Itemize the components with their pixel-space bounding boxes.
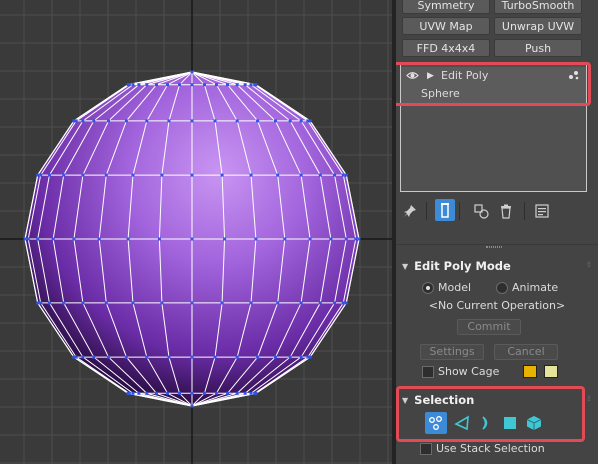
current-operation-label: <No Current Operation> bbox=[428, 299, 566, 312]
radio-button-icon bbox=[496, 281, 508, 294]
unwrap-uvw-button[interactable]: Unwrap UVW bbox=[494, 17, 582, 35]
make-unique-icon[interactable] bbox=[472, 200, 492, 222]
viewport-canvas[interactable] bbox=[0, 0, 392, 464]
animate-label: Animate bbox=[512, 281, 559, 294]
edge-icon[interactable] bbox=[451, 412, 473, 434]
cancel-button[interactable]: Cancel bbox=[494, 344, 558, 360]
stack-item-edit-poly[interactable]: ▶ Edit Poly bbox=[401, 67, 586, 85]
animate-radio[interactable]: Animate bbox=[496, 281, 558, 294]
remove-modifier-icon[interactable] bbox=[496, 200, 516, 222]
selection-rollout-header[interactable]: ▼ Selection bbox=[402, 392, 474, 408]
use-stack-selection-checkbox[interactable] bbox=[420, 443, 432, 455]
rollout-title: Edit Poly Mode bbox=[414, 259, 511, 273]
vertex-icon[interactable] bbox=[425, 412, 447, 434]
settings-button[interactable]: Settings bbox=[420, 344, 484, 360]
sphere-object[interactable] bbox=[23, 70, 361, 408]
stack-item-sphere[interactable]: Sphere bbox=[401, 85, 586, 103]
element-icon[interactable] bbox=[523, 412, 545, 434]
edit-poly-mode-rollout-header[interactable]: ▼ Edit Poly Mode bbox=[402, 258, 511, 274]
use-stack-selection-label: Use Stack Selection bbox=[436, 442, 545, 455]
perspective-viewport[interactable] bbox=[0, 0, 392, 464]
pin-icon[interactable] bbox=[400, 200, 420, 222]
turbosmooth-button[interactable]: TurboSmooth bbox=[494, 0, 582, 14]
toolbar-divider bbox=[459, 202, 460, 220]
expand-triangle-icon[interactable]: ▶ bbox=[427, 67, 434, 85]
command-panel: Symmetry TurboSmooth UVW Map Unwrap UVW … bbox=[396, 0, 598, 464]
show-cage-checkbox[interactable] bbox=[422, 366, 434, 378]
border-icon[interactable] bbox=[475, 412, 497, 434]
symmetry-button[interactable]: Symmetry bbox=[402, 0, 490, 14]
rollout-title: Selection bbox=[414, 393, 475, 407]
subobject-level-toolbar bbox=[420, 412, 578, 434]
model-label: Model bbox=[438, 281, 472, 294]
polygon-icon[interactable] bbox=[499, 412, 521, 434]
show-end-result-icon[interactable] bbox=[435, 199, 455, 221]
collapse-arrow-icon: ▼ bbox=[402, 396, 409, 405]
commit-button[interactable]: Commit bbox=[457, 319, 521, 335]
ffd-4x4x4-button[interactable]: FFD 4x4x4 bbox=[402, 39, 490, 57]
cage-color-swatch[interactable] bbox=[523, 365, 537, 378]
toolbar-divider bbox=[524, 202, 525, 220]
modifier-stack-list[interactable]: ▶ Edit Poly Sphere bbox=[400, 64, 587, 192]
rollout-grip-icon[interactable]: ⁞⁞ bbox=[587, 260, 591, 269]
model-radio[interactable]: Model bbox=[422, 281, 471, 294]
collapse-arrow-icon: ▼ bbox=[402, 262, 409, 271]
cage-selected-color-swatch[interactable] bbox=[544, 365, 558, 378]
stack-item-label: Sphere bbox=[421, 87, 460, 100]
configure-modifier-sets-icon[interactable] bbox=[532, 200, 552, 222]
uvw-map-button[interactable]: UVW Map bbox=[402, 17, 490, 35]
radio-button-icon bbox=[422, 281, 434, 294]
toolbar-divider bbox=[426, 202, 427, 220]
show-cage-label: Show Cage bbox=[438, 365, 500, 378]
push-button[interactable]: Push bbox=[494, 39, 582, 57]
rollout-grip-icon[interactable]: ⁞⁞ bbox=[587, 394, 591, 403]
stack-splitter[interactable] bbox=[396, 244, 598, 250]
stack-item-label: Edit Poly bbox=[441, 69, 489, 82]
